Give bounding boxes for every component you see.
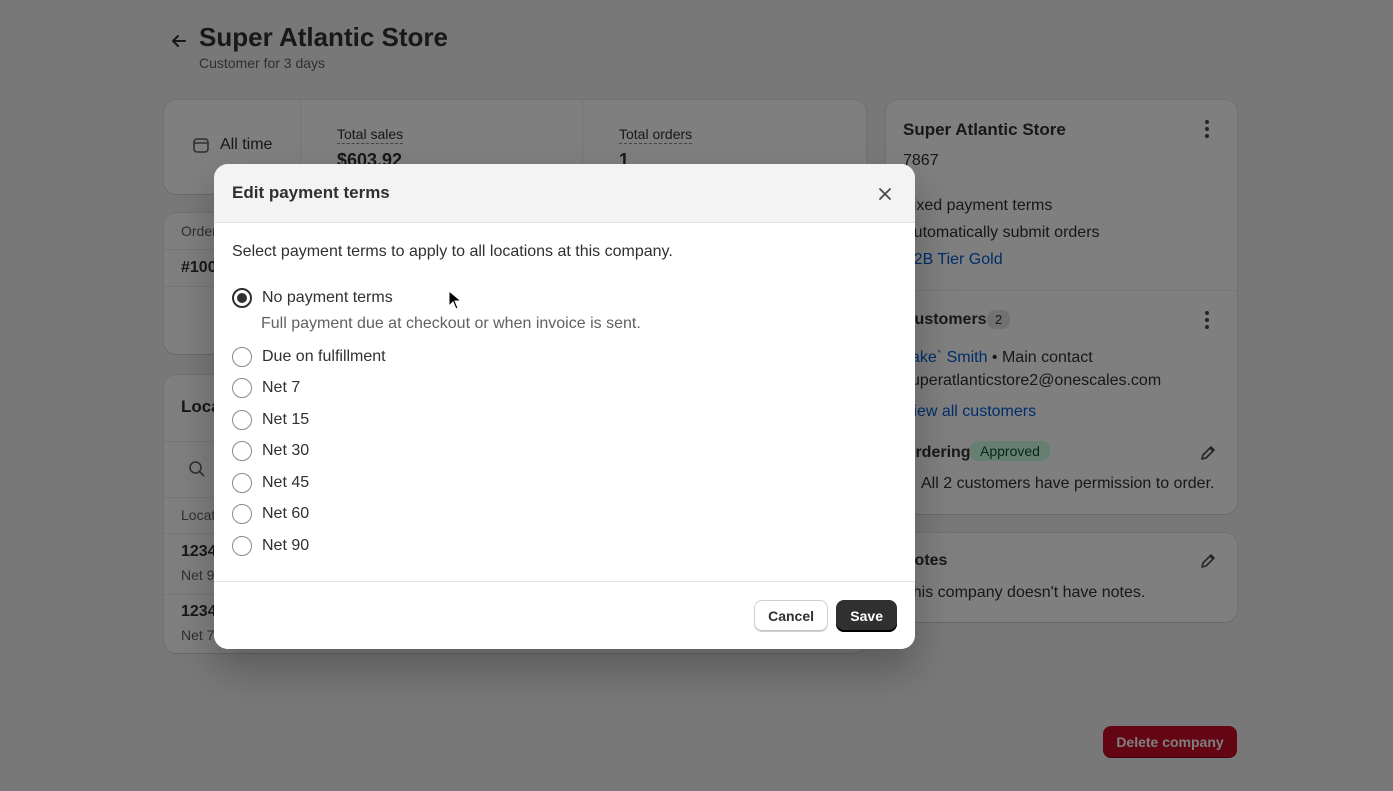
radio-button[interactable] — [232, 473, 252, 493]
modal-header: Edit payment terms — [214, 164, 915, 223]
radio-label: Net 30 — [262, 442, 310, 459]
close-button[interactable] — [873, 182, 897, 206]
radio-label: Due on fulfillment — [262, 348, 386, 365]
modal-footer: Cancel Save — [214, 581, 915, 649]
radio-button[interactable] — [232, 410, 252, 430]
radio-help-text: Full payment due at checkout or when inv… — [261, 315, 641, 332]
radio-option-net-45[interactable]: Net 45 — [232, 473, 309, 493]
radio-button[interactable] — [232, 378, 252, 398]
radio-button[interactable] — [232, 288, 252, 308]
save-button[interactable]: Save — [836, 600, 897, 632]
mouse-pointer-icon — [448, 290, 462, 310]
radio-button[interactable] — [232, 347, 252, 367]
radio-option-net-30[interactable]: Net 30 — [232, 441, 309, 461]
modal-title: Edit payment terms — [232, 183, 390, 202]
close-icon — [879, 188, 891, 200]
modal-description: Select payment terms to apply to all loc… — [232, 243, 673, 260]
radio-label: Net 60 — [262, 505, 310, 522]
edit-payment-terms-modal: Edit payment terms Select payment terms … — [214, 164, 915, 649]
radio-label: Net 15 — [262, 411, 310, 428]
radio-option-due-on-fulfillment[interactable]: Due on fulfillment — [232, 347, 386, 367]
radio-label: Net 7 — [262, 379, 301, 396]
cancel-button[interactable]: Cancel — [754, 600, 828, 632]
radio-button[interactable] — [232, 504, 252, 524]
radio-option-net-90[interactable]: Net 90 — [232, 536, 309, 556]
radio-label: Net 90 — [262, 537, 310, 554]
radio-label: No payment terms — [262, 289, 393, 306]
radio-button[interactable] — [232, 441, 252, 461]
radio-option-net-15[interactable]: Net 15 — [232, 410, 309, 430]
radio-button[interactable] — [232, 536, 252, 556]
radio-option-no-payment-terms[interactable]: No payment terms — [232, 288, 393, 308]
radio-option-net-7[interactable]: Net 7 — [232, 378, 300, 398]
radio-label: Net 45 — [262, 474, 310, 491]
radio-option-net-60[interactable]: Net 60 — [232, 504, 309, 524]
